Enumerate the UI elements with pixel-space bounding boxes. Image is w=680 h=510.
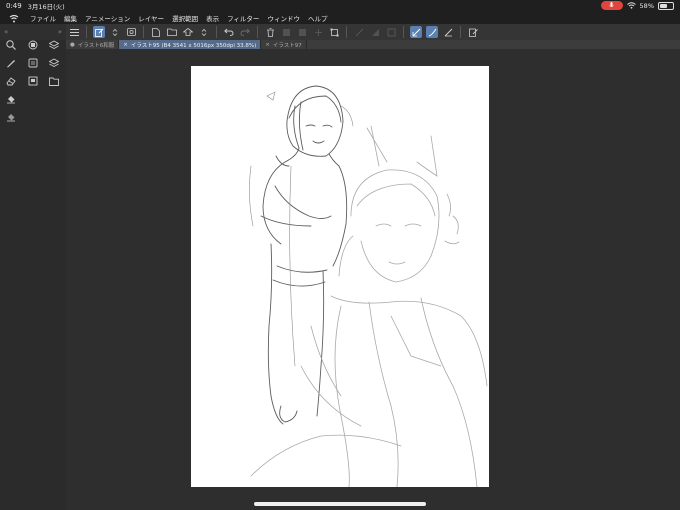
material-palette-icon[interactable]: [27, 57, 39, 69]
redo-icon[interactable]: [239, 26, 251, 38]
toolbar-separator: [216, 26, 217, 38]
ruler-snap-icon[interactable]: [410, 26, 422, 38]
pen-tool-icon[interactable]: [5, 57, 17, 69]
menu-help[interactable]: ヘルプ: [308, 13, 328, 23]
tab-illust-95[interactable]: × イラスト95 (B4 3541 x 5016px 350dpi 33.8%): [119, 40, 262, 49]
menu-file[interactable]: ファイル: [30, 13, 56, 23]
tool-palette: [0, 40, 66, 510]
grid-snap-icon[interactable]: [442, 26, 454, 38]
close-icon[interactable]: ×: [123, 42, 128, 48]
toolbar-separator: [143, 26, 144, 38]
canvas-area[interactable]: [66, 49, 680, 510]
menu-layer[interactable]: レイヤー: [138, 13, 164, 23]
special-ruler-snap-icon[interactable]: [426, 26, 438, 38]
toolbar-separator: [86, 26, 87, 38]
toolbar-separator: [403, 26, 404, 38]
collapse-left-button[interactable]: «: [4, 28, 8, 36]
sketch-figure-left: [260, 85, 348, 425]
clip-studio-logo-icon[interactable]: [6, 14, 22, 23]
toolbar-separator: [460, 26, 461, 38]
undo-icon[interactable]: [223, 26, 235, 38]
tab-status-dot: ●: [70, 41, 75, 48]
document-tab-bar: ● イラスト6和服 × イラスト95 (B4 3541 x 5016px 350…: [66, 40, 680, 49]
status-time: 0:49: [6, 2, 22, 10]
open-folder-icon[interactable]: [166, 26, 178, 38]
toolbar-separator: [257, 26, 258, 38]
status-date: 3月16日(火): [27, 3, 65, 11]
tab-illust-97[interactable]: × イラスト97: [261, 40, 307, 49]
wifi-icon: [626, 2, 636, 9]
zoom-tool-icon[interactable]: [5, 39, 17, 51]
fill-tool-icon[interactable]: [5, 93, 17, 105]
battery-percent: 58%: [639, 1, 654, 10]
eraser-tool-icon[interactable]: [5, 75, 17, 87]
battery-fill: [660, 3, 667, 8]
edit-mode-icon[interactable]: [93, 26, 105, 38]
deselect-icon[interactable]: [353, 26, 365, 38]
layers-alt-icon[interactable]: [48, 57, 60, 69]
menu-selection[interactable]: 選択範囲: [172, 13, 198, 23]
navigator-icon[interactable]: [27, 75, 39, 87]
save-icon[interactable]: [182, 26, 194, 38]
status-right: 58%: [600, 1, 674, 10]
layer-property-icon[interactable]: [27, 39, 39, 51]
status-bar: 0:49 3月16日(火) 58%: [0, 0, 680, 12]
folder-icon[interactable]: [48, 75, 60, 87]
tab-illust-6[interactable]: ● イラスト6和服: [66, 40, 120, 49]
transform-icon[interactable]: [328, 26, 340, 38]
left-panel-header: « »: [0, 24, 66, 40]
chevron-updown-icon[interactable]: [198, 26, 210, 38]
screenshot-icon[interactable]: [125, 26, 137, 38]
cut-icon[interactable]: [312, 26, 324, 38]
fill-icon[interactable]: [280, 26, 292, 38]
command-bar: [66, 24, 680, 40]
selection-border-icon[interactable]: [385, 26, 397, 38]
tab-label: イラスト6和服: [77, 42, 115, 49]
expand-right-button[interactable]: »: [58, 28, 62, 36]
home-indicator[interactable]: [254, 502, 426, 506]
menu-animation[interactable]: アニメーション: [85, 13, 130, 23]
chevron-updown-icon[interactable]: [109, 26, 121, 38]
menu-view[interactable]: 表示: [206, 13, 219, 23]
edit-panel-icon[interactable]: [467, 26, 479, 38]
menu-window[interactable]: ウィンドウ: [267, 13, 300, 23]
battery-icon: [658, 1, 674, 10]
invert-selection-icon[interactable]: [369, 26, 381, 38]
microphone-icon: [600, 1, 623, 10]
sketch-figure-right: [250, 125, 488, 488]
menu-filter[interactable]: フィルター: [227, 13, 259, 23]
clear-layer-icon[interactable]: [264, 26, 276, 38]
layers-icon[interactable]: [48, 39, 60, 51]
tab-label: イラスト95 (B4 3541 x 5016px 350dpi 33.8%): [130, 42, 257, 49]
hamburger-menu-icon[interactable]: [68, 26, 80, 38]
sketch-artwork: [249, 85, 488, 488]
tab-label: イラスト97: [272, 42, 302, 49]
new-file-icon[interactable]: [150, 26, 162, 38]
menu-bar: ファイル 編集 アニメーション レイヤー 選択範囲 表示 フィルター ウィンドウ…: [0, 12, 680, 24]
blend-tool-icon[interactable]: [5, 111, 17, 123]
drawing-canvas[interactable]: [191, 66, 489, 488]
menu-edit[interactable]: 編集: [64, 13, 77, 23]
fill-fg-icon[interactable]: [296, 26, 308, 38]
toolbar-separator: [346, 26, 347, 38]
close-icon[interactable]: ×: [265, 42, 270, 48]
